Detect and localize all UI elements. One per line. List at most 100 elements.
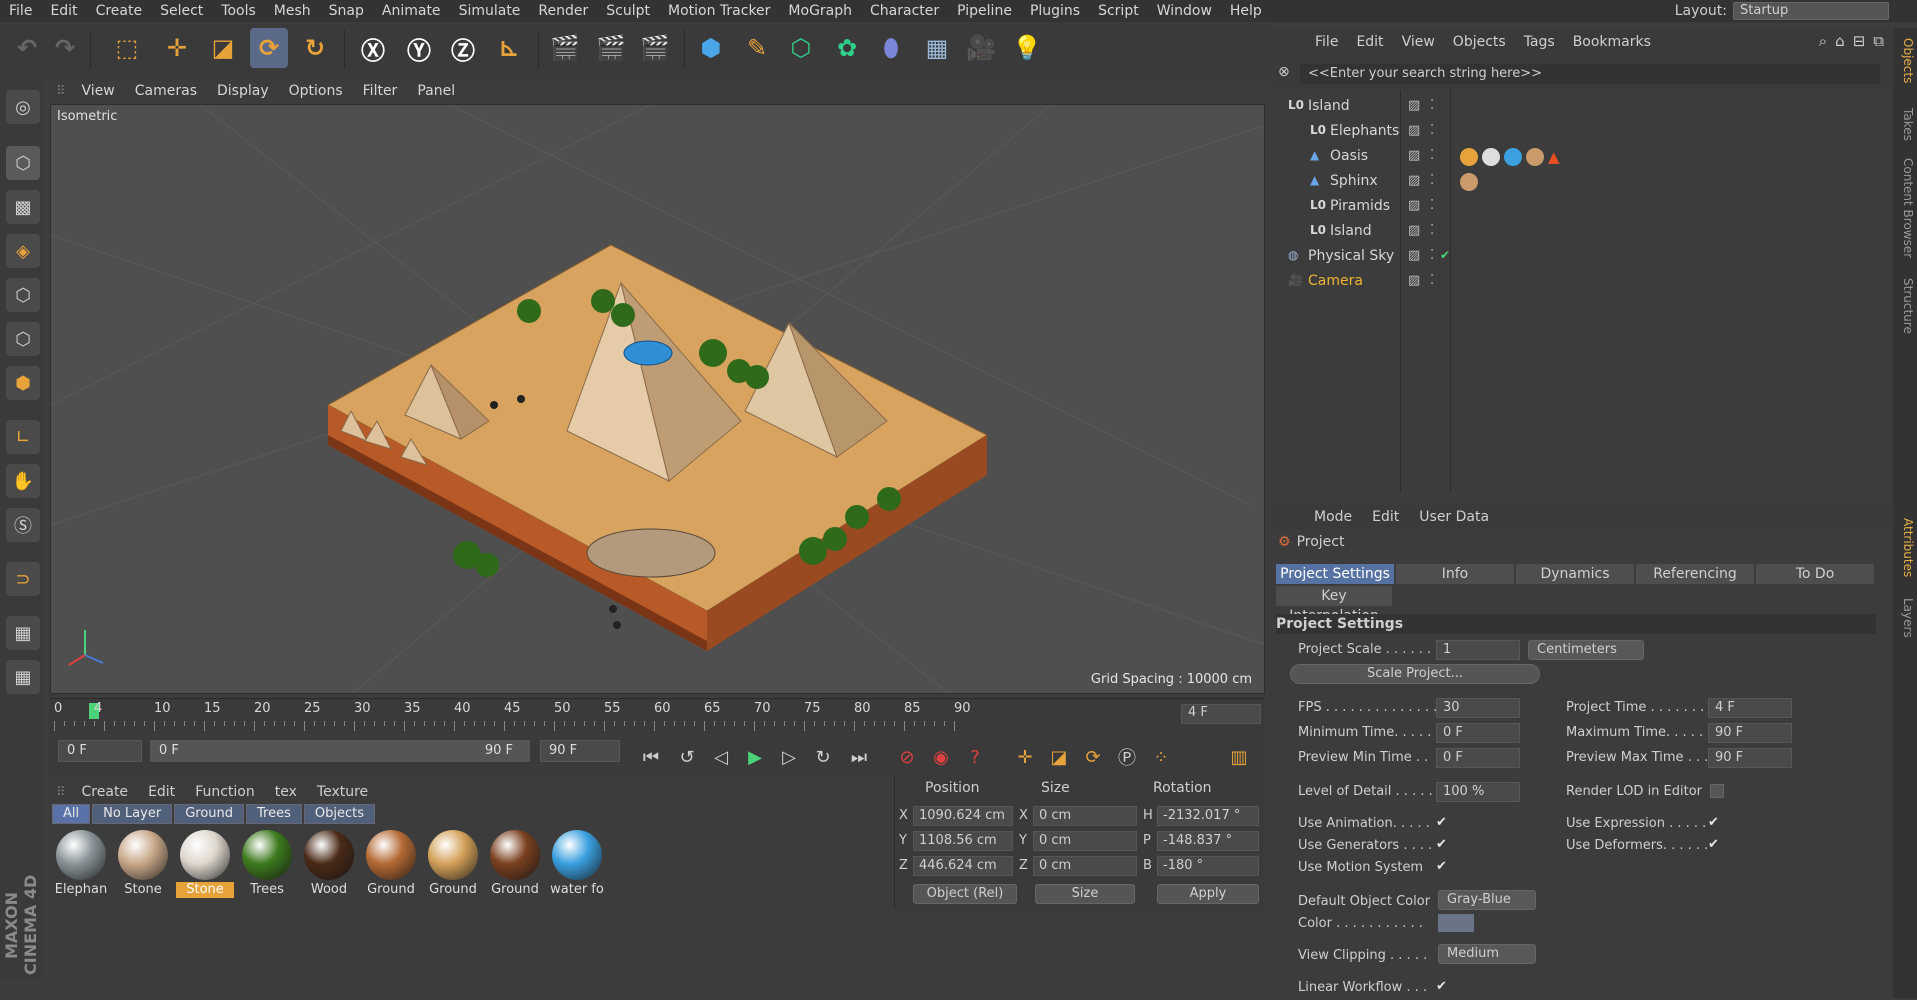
preview-min-field[interactable]: 0 F xyxy=(1436,748,1520,768)
undo-icon[interactable]: ↶ xyxy=(8,28,46,68)
viewport-menu-cameras[interactable]: Cameras xyxy=(125,83,207,99)
keyframe-selection-icon[interactable]: ? xyxy=(960,742,990,772)
preview-max-field[interactable]: 90 F xyxy=(1708,748,1792,768)
color-swatch[interactable] xyxy=(1438,914,1474,932)
menu-character[interactable]: Character xyxy=(861,0,948,22)
material-filter-all[interactable]: All xyxy=(52,804,91,824)
menu-edit[interactable]: Edit xyxy=(41,0,86,22)
grid-snap-icon[interactable]: ▦ xyxy=(6,660,40,694)
layer-toggle-icon[interactable]: ▨ xyxy=(1408,98,1420,113)
search-icon[interactable]: ⌕ xyxy=(1819,32,1827,50)
play-icon[interactable]: ▶ xyxy=(740,742,770,772)
material-swatch[interactable]: Ground xyxy=(362,828,420,900)
use-animation-checkbox[interactable]: ✔ xyxy=(1436,816,1450,830)
render-lod-checkbox[interactable] xyxy=(1710,784,1724,798)
object-menu-bookmarks[interactable]: Bookmarks xyxy=(1564,34,1660,50)
autokey-icon[interactable]: ◉ xyxy=(926,742,956,772)
menu-snap[interactable]: Snap xyxy=(320,0,373,22)
rot-h-field[interactable]: -2132.017 ° xyxy=(1157,806,1259,826)
view-clipping-dropdown[interactable]: Medium xyxy=(1438,944,1536,964)
layout-select[interactable]: Startup xyxy=(1733,2,1889,20)
workplane-lock-icon[interactable]: ▦ xyxy=(6,616,40,650)
object-menu-edit[interactable]: Edit xyxy=(1347,34,1392,50)
tab-to-do[interactable]: To Do xyxy=(1756,564,1874,584)
magnet-icon[interactable]: ⊃ xyxy=(6,562,40,596)
size-x-field[interactable]: 0 cm xyxy=(1033,806,1137,826)
redo-icon[interactable]: ↷ xyxy=(46,28,84,68)
attribute-menu-mode[interactable]: Mode xyxy=(1304,509,1362,525)
menu-render[interactable]: Render xyxy=(529,0,597,22)
use-deformers-checkbox[interactable]: ✔ xyxy=(1708,838,1722,852)
key-scale-icon[interactable]: ◪ xyxy=(1044,742,1074,772)
pos-z-field[interactable]: 446.624 cm xyxy=(913,856,1013,876)
rotate-icon[interactable]: ⟳ xyxy=(250,28,288,68)
layer-toggle-icon[interactable]: ▨ xyxy=(1408,173,1420,188)
tag-material-water-icon[interactable] xyxy=(1504,148,1522,166)
camera-icon[interactable]: 🎥 xyxy=(962,28,1000,68)
material-filter-trees[interactable]: Trees xyxy=(246,804,302,824)
linear-workflow-checkbox[interactable]: ✔ xyxy=(1436,980,1450,994)
prev-frame-icon[interactable]: ◁ xyxy=(706,742,736,772)
key-pla-icon[interactable]: ⁘ xyxy=(1146,742,1176,772)
material-menu-texture[interactable]: Texture xyxy=(307,784,378,800)
menu-mesh[interactable]: Mesh xyxy=(265,0,320,22)
axis-mode-icon[interactable]: ∟ xyxy=(6,420,40,454)
object-row[interactable]: 🎥 Camera ▨ ⁚ xyxy=(1270,269,1892,294)
close-search-icon[interactable]: ⊗ xyxy=(1278,64,1290,80)
visibility-dots-icon[interactable]: ⁚ xyxy=(1430,273,1434,288)
menu-simulate[interactable]: Simulate xyxy=(450,0,530,22)
tag-material-sphinx-icon[interactable] xyxy=(1460,173,1478,191)
material-filter-objects[interactable]: Objects xyxy=(303,804,375,824)
next-key-icon[interactable]: ↻ xyxy=(808,742,838,772)
model-mode-icon[interactable]: ⬡ xyxy=(6,146,40,180)
rot-p-field[interactable]: -148.837 ° xyxy=(1157,831,1259,851)
light-icon[interactable]: 💡 xyxy=(1008,28,1046,68)
floor-icon[interactable]: ▦ xyxy=(918,28,956,68)
material-swatch[interactable]: Wood xyxy=(300,828,358,900)
tweak-mode-icon[interactable]: ✋ xyxy=(6,464,40,498)
key-param-icon[interactable]: Ⓟ xyxy=(1112,742,1142,772)
key-position-icon[interactable]: ✛ xyxy=(1010,742,1040,772)
points-mode-icon[interactable]: ⬡ xyxy=(6,278,40,312)
tag-checker-icon[interactable] xyxy=(1482,148,1500,166)
new-window-icon[interactable]: ⧉ xyxy=(1873,32,1884,50)
units-dropdown[interactable]: Centimeters xyxy=(1528,640,1644,660)
render-picture-viewer-icon[interactable]: 🎬 xyxy=(592,28,630,68)
project-time-field[interactable]: 4 F xyxy=(1708,698,1792,718)
tag-warning-icon[interactable]: ▲ xyxy=(1548,148,1560,166)
size-y-field[interactable]: 0 cm xyxy=(1033,831,1137,851)
sky-check-icon[interactable]: ✔ xyxy=(1440,248,1450,262)
material-swatch[interactable]: Stone xyxy=(114,828,172,900)
next-frame-icon[interactable]: ▷ xyxy=(774,742,804,772)
viewport-menu-view[interactable]: View xyxy=(72,83,125,99)
visibility-dots-icon[interactable]: ⁚ xyxy=(1430,173,1434,188)
tag-mograph-icon[interactable] xyxy=(1460,148,1478,166)
menu-help[interactable]: Help xyxy=(1221,0,1271,22)
object-menu-tags[interactable]: Tags xyxy=(1515,34,1564,50)
menu-file[interactable]: File xyxy=(0,0,41,22)
tab-project-settings[interactable]: Project Settings xyxy=(1276,564,1394,584)
move-icon[interactable]: ✛ xyxy=(158,28,196,68)
layer-toggle-icon[interactable]: ▨ xyxy=(1408,123,1420,138)
object-menu-objects[interactable]: Objects xyxy=(1444,34,1515,50)
side-tab-layers[interactable]: Layers xyxy=(1895,598,1915,638)
visibility-dots-icon[interactable]: ⁚ xyxy=(1430,148,1434,163)
y-axis-icon[interactable]: Ⓨ xyxy=(400,28,438,68)
make-editable-icon[interactable]: ◎ xyxy=(6,90,40,124)
menu-animate[interactable]: Animate xyxy=(373,0,450,22)
collapse-icon[interactable]: ⊟ xyxy=(1853,32,1866,50)
object-menu-view[interactable]: View xyxy=(1393,34,1444,50)
render-view-icon[interactable]: 🎬 xyxy=(546,28,584,68)
viewport-menu-options[interactable]: Options xyxy=(279,83,353,99)
viewport[interactable]: Isometric Grid Spacing : 10000 cm xyxy=(50,104,1265,694)
current-frame-field[interactable]: 4 F xyxy=(1181,704,1261,724)
texture-mode-icon[interactable]: ▩ xyxy=(6,190,40,224)
viewport-menu-filter[interactable]: Filter xyxy=(353,83,408,99)
subdivision-icon[interactable]: ⬡ xyxy=(782,28,820,68)
layer-toggle-icon[interactable]: ▨ xyxy=(1408,148,1420,163)
scale-project-button[interactable]: Scale Project... xyxy=(1290,664,1540,684)
material-swatch[interactable]: Stone xyxy=(176,828,234,900)
start-frame-field[interactable]: 0 F xyxy=(58,740,142,762)
material-swatch[interactable]: Trees xyxy=(238,828,296,900)
menu-tools[interactable]: Tools xyxy=(212,0,265,22)
